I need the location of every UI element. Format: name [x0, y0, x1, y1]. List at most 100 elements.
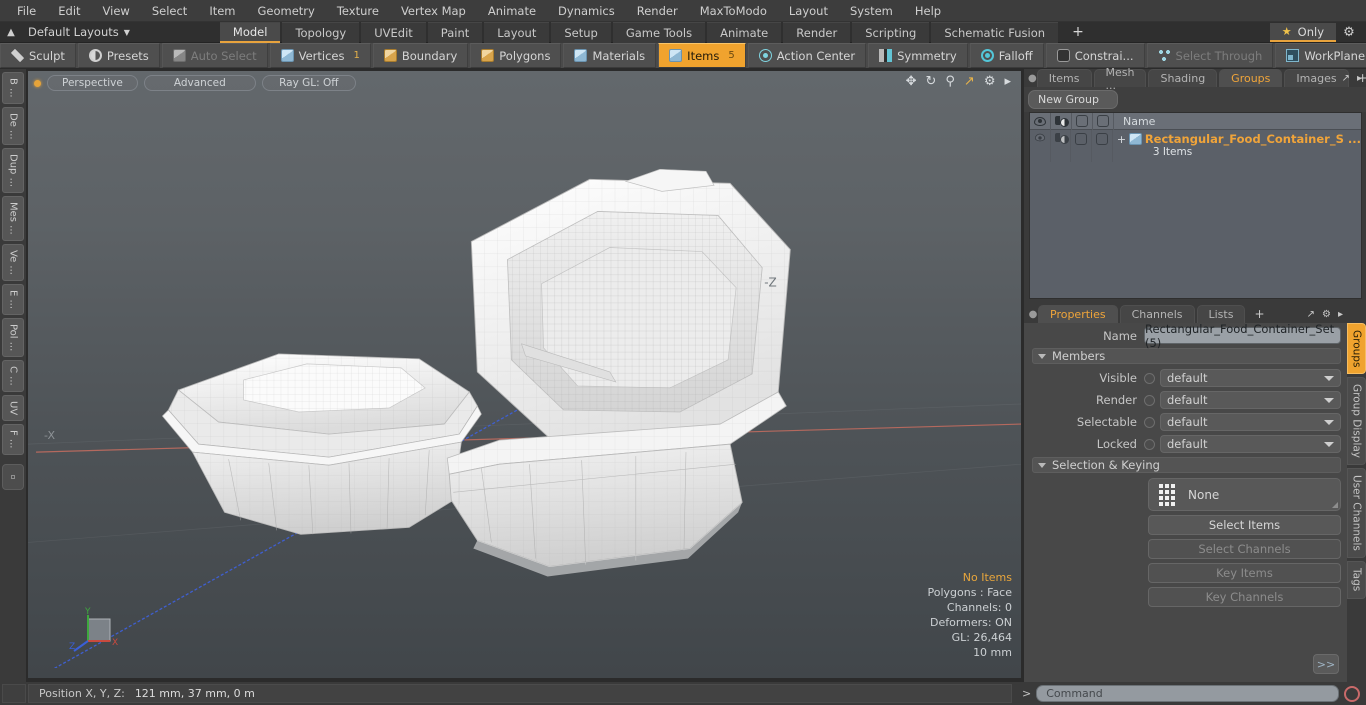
key-channels-button[interactable]: Key Channels: [1148, 587, 1341, 607]
panel-tab-items[interactable]: Items: [1036, 69, 1092, 87]
menu-item-view[interactable]: View: [92, 2, 141, 20]
layout-tab-topology[interactable]: Topology: [282, 21, 360, 43]
pan-icon[interactable]: ✥: [906, 75, 917, 88]
selection-set-dropdown[interactable]: None: [1148, 478, 1341, 511]
menu-item-system[interactable]: System: [839, 2, 904, 20]
auto-select-button[interactable]: Auto Select: [161, 43, 268, 68]
panel-tab-mesh[interactable]: Mesh ...: [1093, 66, 1147, 92]
left-rail-tab-mesh[interactable]: Mes ...: [2, 196, 24, 241]
right-rail-tab-user-channels[interactable]: User Channels: [1347, 468, 1366, 559]
selectable-radio[interactable]: [1144, 416, 1155, 428]
left-rail-tab-fusion[interactable]: F ...: [2, 424, 24, 455]
menu-item-select[interactable]: Select: [141, 2, 198, 20]
render-dropdown[interactable]: default: [1160, 391, 1341, 409]
maximize-icon[interactable]: ↗: [1307, 309, 1315, 320]
key-items-button[interactable]: Key Items: [1148, 563, 1341, 583]
layout-tab-game-tools[interactable]: Game Tools: [612, 21, 706, 43]
command-input[interactable]: Command: [1036, 685, 1339, 702]
rotate-icon[interactable]: ↻: [925, 75, 936, 88]
left-rail-tab-polygon[interactable]: Pol ...: [2, 317, 24, 358]
chevron-down-icon[interactable]: ▼: [124, 28, 130, 37]
group-list-row[interactable]: + Rectangular_Food_Container_S ... 3 Ite…: [1030, 130, 1361, 162]
perspective-viewport[interactable]: -X -Z Perspective Advanced Ray GL: Off ✥…: [28, 71, 1021, 678]
menu-item-help[interactable]: Help: [904, 2, 952, 20]
zoom-icon[interactable]: ⚲: [945, 75, 955, 88]
locked-radio[interactable]: [1144, 438, 1155, 450]
constraint-button[interactable]: Constrai...: [1045, 43, 1145, 68]
group-list[interactable]: Name + Rectangular_Food_Container_S ... …: [1029, 112, 1362, 299]
group-name-label[interactable]: Rectangular_Food_Container_S ...: [1145, 132, 1361, 146]
panel-menu-dot-icon[interactable]: ●: [1028, 305, 1038, 323]
row-visible-toggle[interactable]: [1030, 130, 1051, 162]
arrow-right-icon[interactable]: ▸: [1338, 309, 1343, 320]
left-rail-tab-deform[interactable]: De ...: [2, 106, 24, 146]
right-rail-tab-group-display[interactable]: Group Display: [1347, 377, 1366, 466]
expand-toggle-icon[interactable]: +: [1117, 133, 1126, 146]
workplane-button[interactable]: WorkPlane: [1275, 43, 1366, 68]
left-rail-extra-button[interactable]: [2, 463, 24, 490]
menu-item-maxtomodo[interactable]: MaxToModo: [689, 2, 778, 20]
arrow-right-icon[interactable]: ▸: [1004, 75, 1011, 88]
name-input[interactable]: Rectangular_Food_Container_Set (5): [1144, 323, 1341, 350]
gear-icon[interactable]: ⚙: [984, 75, 996, 88]
layout-tab-animate[interactable]: Animate: [707, 21, 782, 43]
add-properties-tab-button[interactable]: +: [1247, 305, 1271, 323]
boundary-mode-button[interactable]: Boundary: [372, 43, 469, 68]
visible-radio[interactable]: [1144, 372, 1155, 384]
gear-icon[interactable]: ⚙: [1336, 25, 1362, 40]
layout-tab-model[interactable]: Model: [219, 21, 281, 43]
panel-tab-groups[interactable]: Groups: [1219, 69, 1283, 87]
menu-item-render[interactable]: Render: [626, 2, 689, 20]
menu-item-dynamics[interactable]: Dynamics: [547, 2, 626, 20]
layout-tab-paint[interactable]: Paint: [427, 21, 483, 43]
left-rail-tab-duplicate[interactable]: Dup ...: [2, 148, 24, 194]
select-through-button[interactable]: Select Through: [1146, 43, 1274, 68]
group-list-empty-area[interactable]: [1030, 162, 1361, 298]
presets-button[interactable]: Presets: [77, 43, 160, 68]
layout-tab-scripting[interactable]: Scripting: [852, 21, 930, 43]
layout-tab-render[interactable]: Render: [783, 21, 851, 43]
right-rail-tab-groups[interactable]: Groups: [1347, 323, 1366, 375]
menu-item-item[interactable]: Item: [198, 2, 246, 20]
locked-dropdown[interactable]: default: [1160, 435, 1341, 453]
panel-tab-shading[interactable]: Shading: [1148, 69, 1218, 87]
column-visible[interactable]: [1030, 112, 1051, 130]
action-center-button[interactable]: Action Center: [747, 43, 867, 68]
menu-item-texture[interactable]: Texture: [326, 2, 390, 20]
members-section-header[interactable]: Members: [1032, 348, 1341, 364]
channels-tab[interactable]: Channels: [1119, 305, 1195, 323]
selection-keying-section-header[interactable]: Selection & Keying: [1032, 457, 1341, 473]
layout-preset-label[interactable]: Default Layouts: [22, 25, 119, 39]
items-mode-button[interactable]: Items 5: [658, 43, 746, 68]
visible-dropdown[interactable]: default: [1160, 369, 1341, 387]
menu-item-file[interactable]: File: [6, 2, 47, 20]
menu-item-geometry[interactable]: Geometry: [247, 2, 326, 20]
left-rail-tab-edge[interactable]: E ...: [2, 283, 24, 315]
record-macro-icon[interactable]: [1344, 685, 1360, 702]
shading-mode-dropdown[interactable]: Advanced: [143, 75, 256, 91]
select-channels-button[interactable]: Select Channels: [1148, 539, 1341, 559]
status-bar-left-box[interactable]: [2, 684, 26, 703]
add-layout-tab-button[interactable]: +: [1060, 22, 1096, 43]
maximize-icon[interactable]: ↗: [1342, 73, 1350, 84]
vertices-mode-button[interactable]: Vertices 1: [269, 43, 371, 68]
menu-item-animate[interactable]: Animate: [477, 2, 547, 20]
lists-tab[interactable]: Lists: [1196, 305, 1246, 323]
view-mode-dropdown[interactable]: Perspective: [47, 75, 138, 91]
sculpt-button[interactable]: Sculpt: [0, 43, 76, 68]
right-rail-tab-tags[interactable]: Tags: [1347, 561, 1366, 599]
menu-item-edit[interactable]: Edit: [47, 2, 91, 20]
gear-icon[interactable]: ⚙: [1322, 309, 1331, 320]
arrow-right-icon[interactable]: ▸: [1357, 73, 1362, 84]
fit-icon[interactable]: ↗: [964, 75, 975, 88]
falloff-button[interactable]: Falloff: [969, 43, 1044, 68]
layout-tab-setup[interactable]: Setup: [551, 21, 611, 43]
panel-menu-dot-icon[interactable]: ●: [1028, 69, 1037, 87]
layout-tab-schematic-fusion[interactable]: Schematic Fusion: [931, 21, 1059, 43]
layout-tab-layout[interactable]: Layout: [484, 21, 550, 43]
left-rail-tab-vertex[interactable]: Ve ...: [2, 243, 24, 281]
left-rail-tab-basic[interactable]: B ...: [2, 72, 24, 104]
panel-tab-images[interactable]: Images: [1284, 69, 1349, 87]
materials-mode-button[interactable]: Materials: [563, 43, 657, 68]
only-toggle-button[interactable]: ★ Only: [1269, 23, 1336, 42]
